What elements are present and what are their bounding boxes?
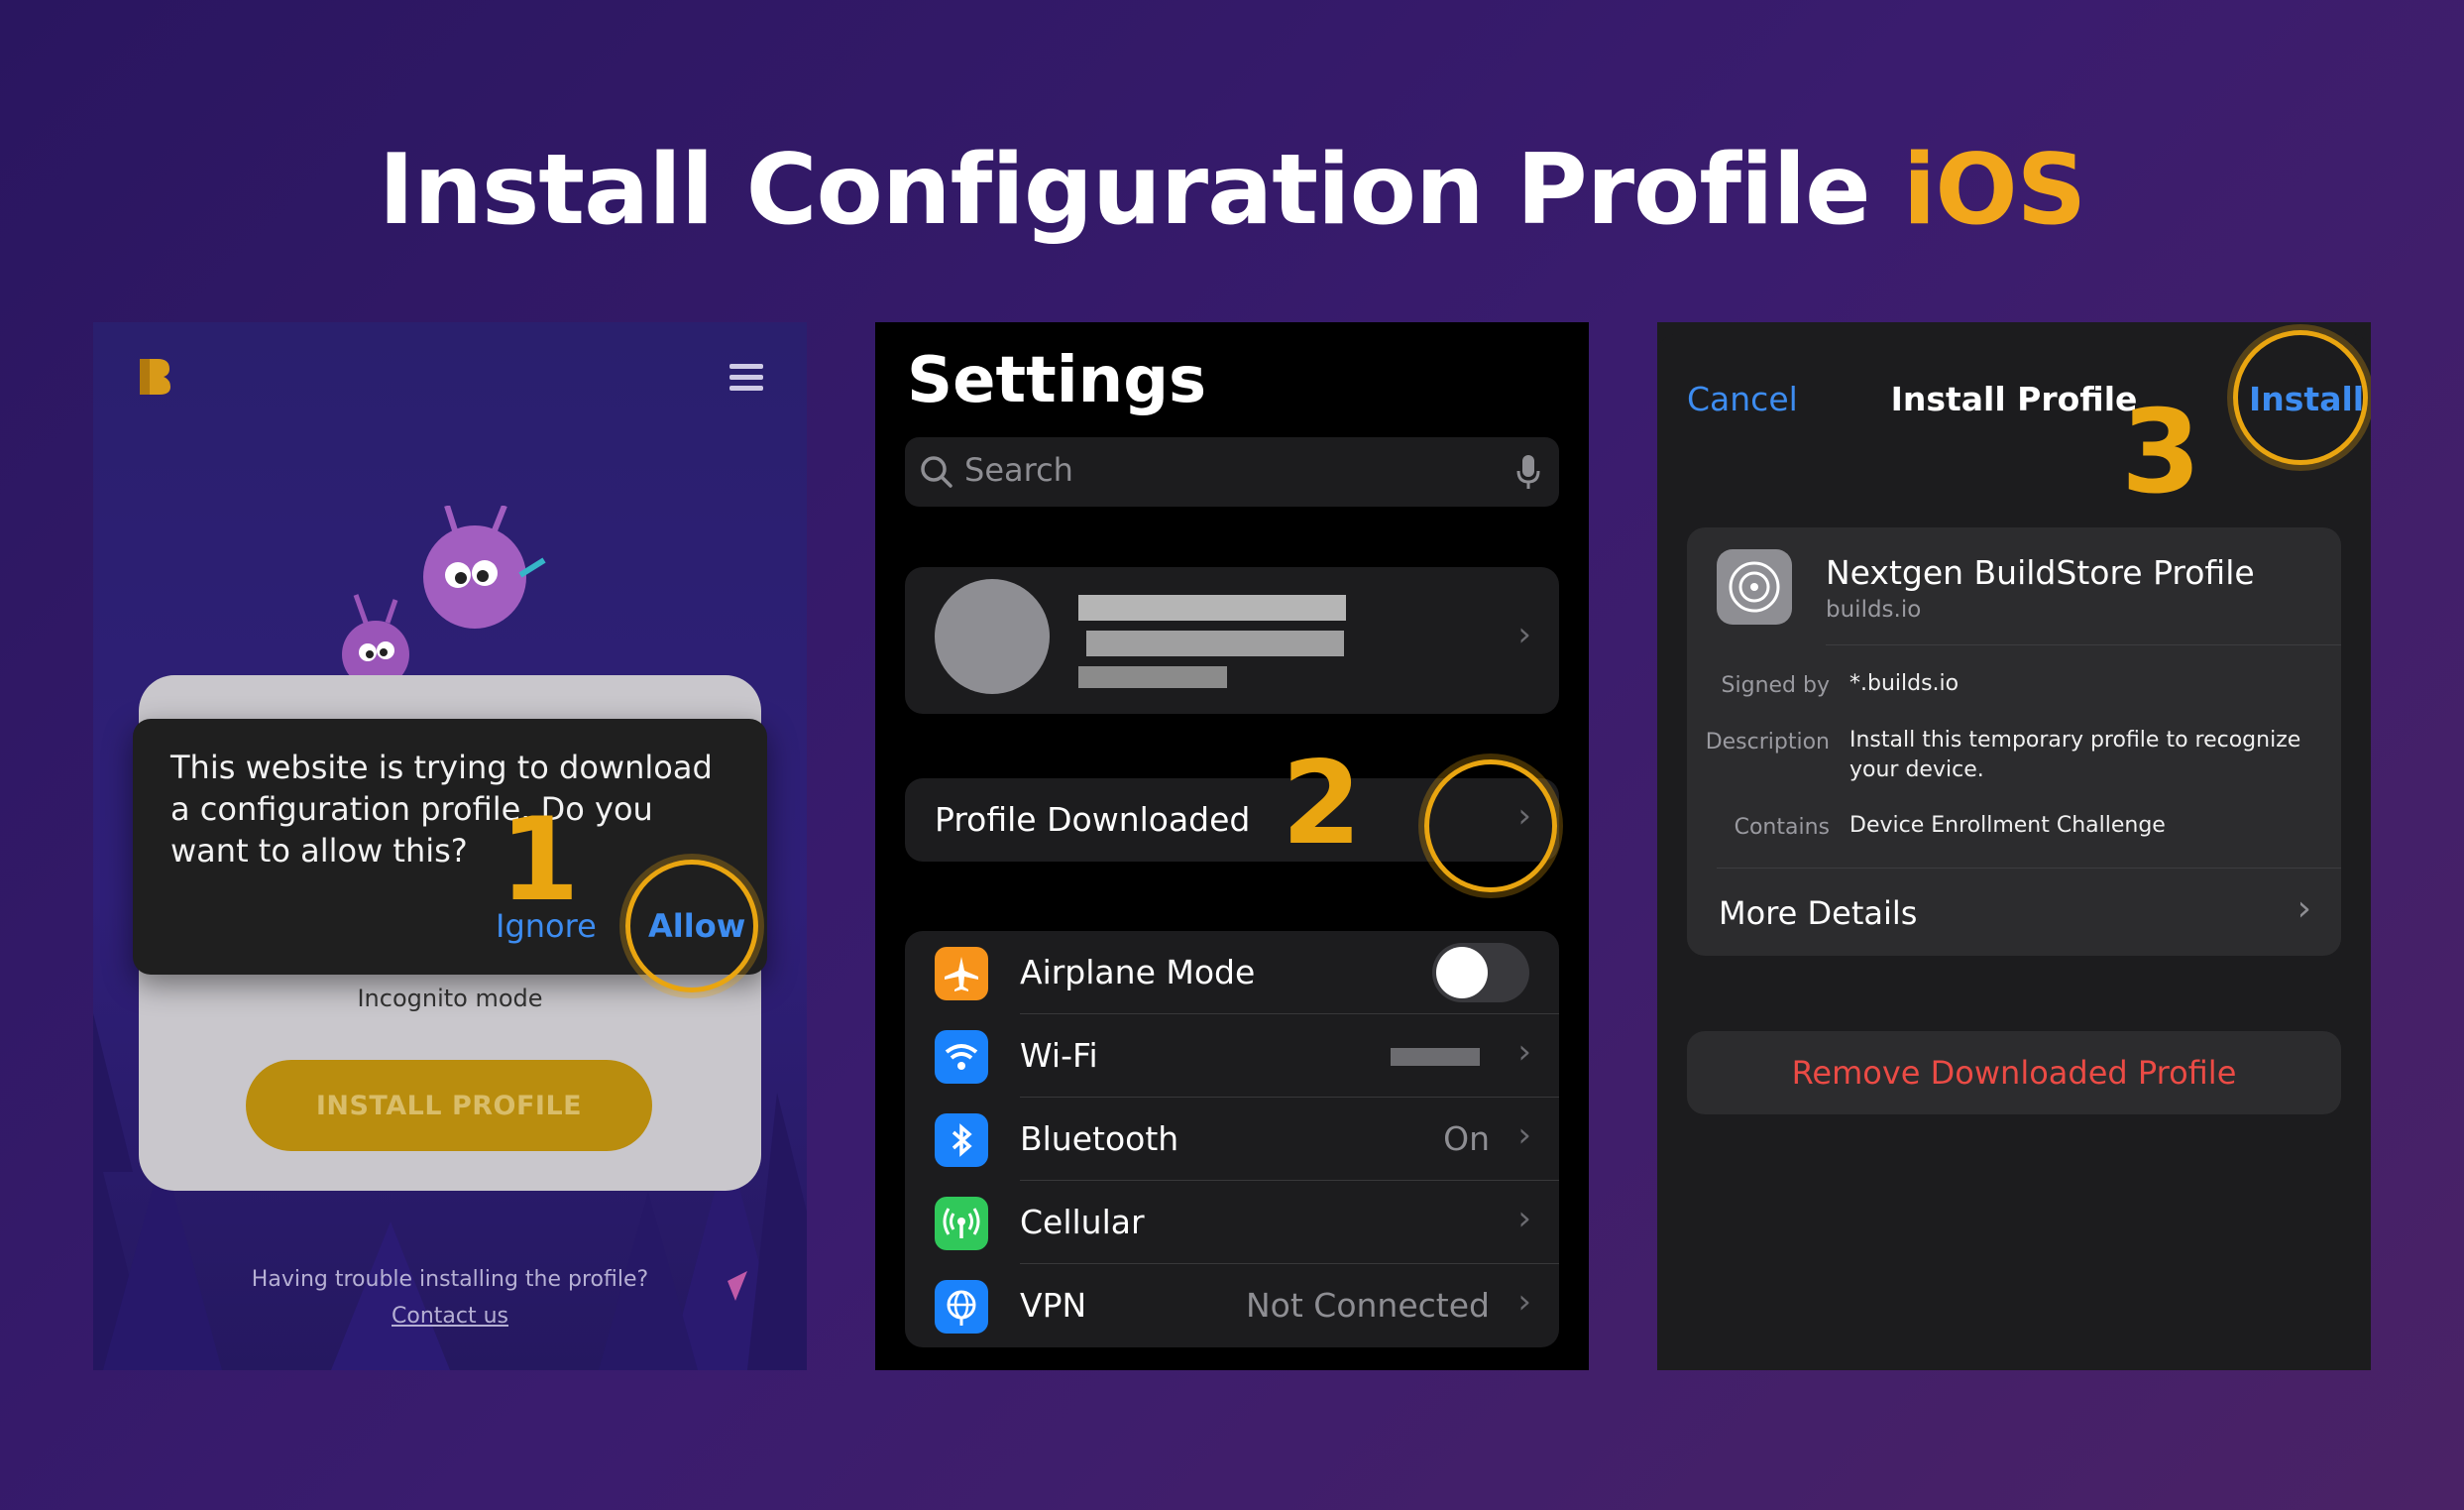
- description-value: Install this temporary profile to recogn…: [1849, 728, 2301, 782]
- chevron-right-icon: ›: [1517, 1199, 1531, 1238]
- hamburger-menu-icon[interactable]: [729, 364, 763, 397]
- mascot-illustration: [342, 506, 546, 688]
- microphone-icon[interactable]: [1515, 453, 1541, 491]
- settings-header: Settings: [907, 344, 1207, 417]
- step3-panel: Cancel Install Profile Install Nextgen B…: [1657, 322, 2371, 1370]
- step-number-1: 1: [500, 793, 580, 927]
- remove-profile-button[interactable]: Remove Downloaded Profile: [1687, 1031, 2341, 1114]
- chevron-right-icon: ›: [1517, 1282, 1531, 1322]
- chevron-right-icon: ›: [1517, 615, 1531, 654]
- title-main: Install Configuration Profile: [378, 134, 1871, 247]
- vpn-value: Not Connected: [1245, 1286, 1490, 1325]
- allow-highlight-ring: [625, 860, 758, 992]
- builds-logo-icon: [140, 359, 170, 395]
- bluetooth-row[interactable]: Bluetooth On ›: [905, 1098, 1559, 1181]
- incognito-label: Incognito mode: [357, 985, 543, 1012]
- profile-name: Nextgen BuildStore Profile: [1826, 553, 2255, 592]
- cellular-icon: [935, 1197, 988, 1250]
- step2-panel: Settings Search › Profile Downloaded › 2: [875, 322, 1589, 1370]
- search-field[interactable]: Search: [905, 437, 1559, 507]
- chevron-right-icon: ›: [2296, 888, 2311, 929]
- cellular-label: Cellular: [1020, 1203, 1145, 1241]
- bluetooth-icon: [935, 1113, 988, 1167]
- vpn-label: VPN: [1020, 1286, 1087, 1325]
- airplane-mode-toggle[interactable]: [1432, 943, 1529, 1002]
- airplane-mode-label: Airplane Mode: [1020, 953, 1256, 991]
- step-number-3: 3: [2121, 386, 2201, 520]
- globe-icon: [935, 1280, 988, 1334]
- contains-value: Device Enrollment Challenge: [1849, 813, 2166, 838]
- step1-panel: Incognito mode INSTALL PROFILE This webs…: [93, 322, 807, 1370]
- connectivity-group: Airplane Mode Wi-Fi › Bluetooth On › Cel…: [905, 931, 1559, 1347]
- apple-id-row[interactable]: ›: [905, 567, 1559, 714]
- chevron-right-icon: ›: [1517, 1115, 1531, 1155]
- wifi-icon: [935, 1030, 988, 1084]
- more-details-link[interactable]: More Details: [1719, 894, 1917, 932]
- wifi-label: Wi-Fi: [1020, 1036, 1098, 1075]
- chevron-right-icon: ›: [1517, 1032, 1531, 1072]
- profile-domain: builds.io: [1826, 597, 1922, 623]
- bluetooth-value: On: [1443, 1119, 1490, 1158]
- install-profile-button[interactable]: INSTALL PROFILE: [246, 1060, 652, 1151]
- redacted-account-name: [1078, 595, 1346, 688]
- search-placeholder: Search: [964, 451, 1073, 489]
- step-number-2: 2: [1282, 737, 1362, 871]
- profile-downloaded-label: Profile Downloaded: [935, 800, 1251, 839]
- install-highlight-ring: [2233, 330, 2368, 465]
- settings-gear-icon: [1717, 549, 1792, 625]
- cellular-row[interactable]: Cellular ›: [905, 1181, 1559, 1264]
- title-accent: iOS: [1902, 134, 2086, 247]
- description-key: Description: [1705, 730, 1830, 755]
- page-title: Install Configuration Profile iOS: [0, 134, 2464, 247]
- wifi-row[interactable]: Wi-Fi ›: [905, 1014, 1559, 1098]
- trouble-text: Having trouble installing the profile?: [251, 1267, 649, 1292]
- install-profile-sheet: Cancel Install Profile Install Nextgen B…: [1657, 334, 2371, 1370]
- airplane-mode-row[interactable]: Airplane Mode: [905, 931, 1559, 1014]
- contains-key: Contains: [1734, 815, 1830, 840]
- vpn-row[interactable]: VPN Not Connected ›: [905, 1264, 1559, 1347]
- airplane-icon: [935, 947, 988, 1000]
- redacted-wifi-name: [1391, 1048, 1480, 1066]
- bluetooth-label: Bluetooth: [1020, 1119, 1179, 1158]
- avatar: [935, 579, 1050, 694]
- profile-highlight-ring: [1424, 759, 1557, 892]
- profile-info-card: Nextgen BuildStore Profile builds.io Sig…: [1687, 527, 2341, 956]
- signed-by-value: *.builds.io: [1849, 671, 1960, 696]
- contact-us-link[interactable]: Contact us: [93, 1304, 807, 1329]
- dialog-message: This website is trying to download a con…: [170, 749, 713, 870]
- search-icon: [921, 456, 952, 488]
- signed-by-key: Signed by: [1721, 673, 1830, 698]
